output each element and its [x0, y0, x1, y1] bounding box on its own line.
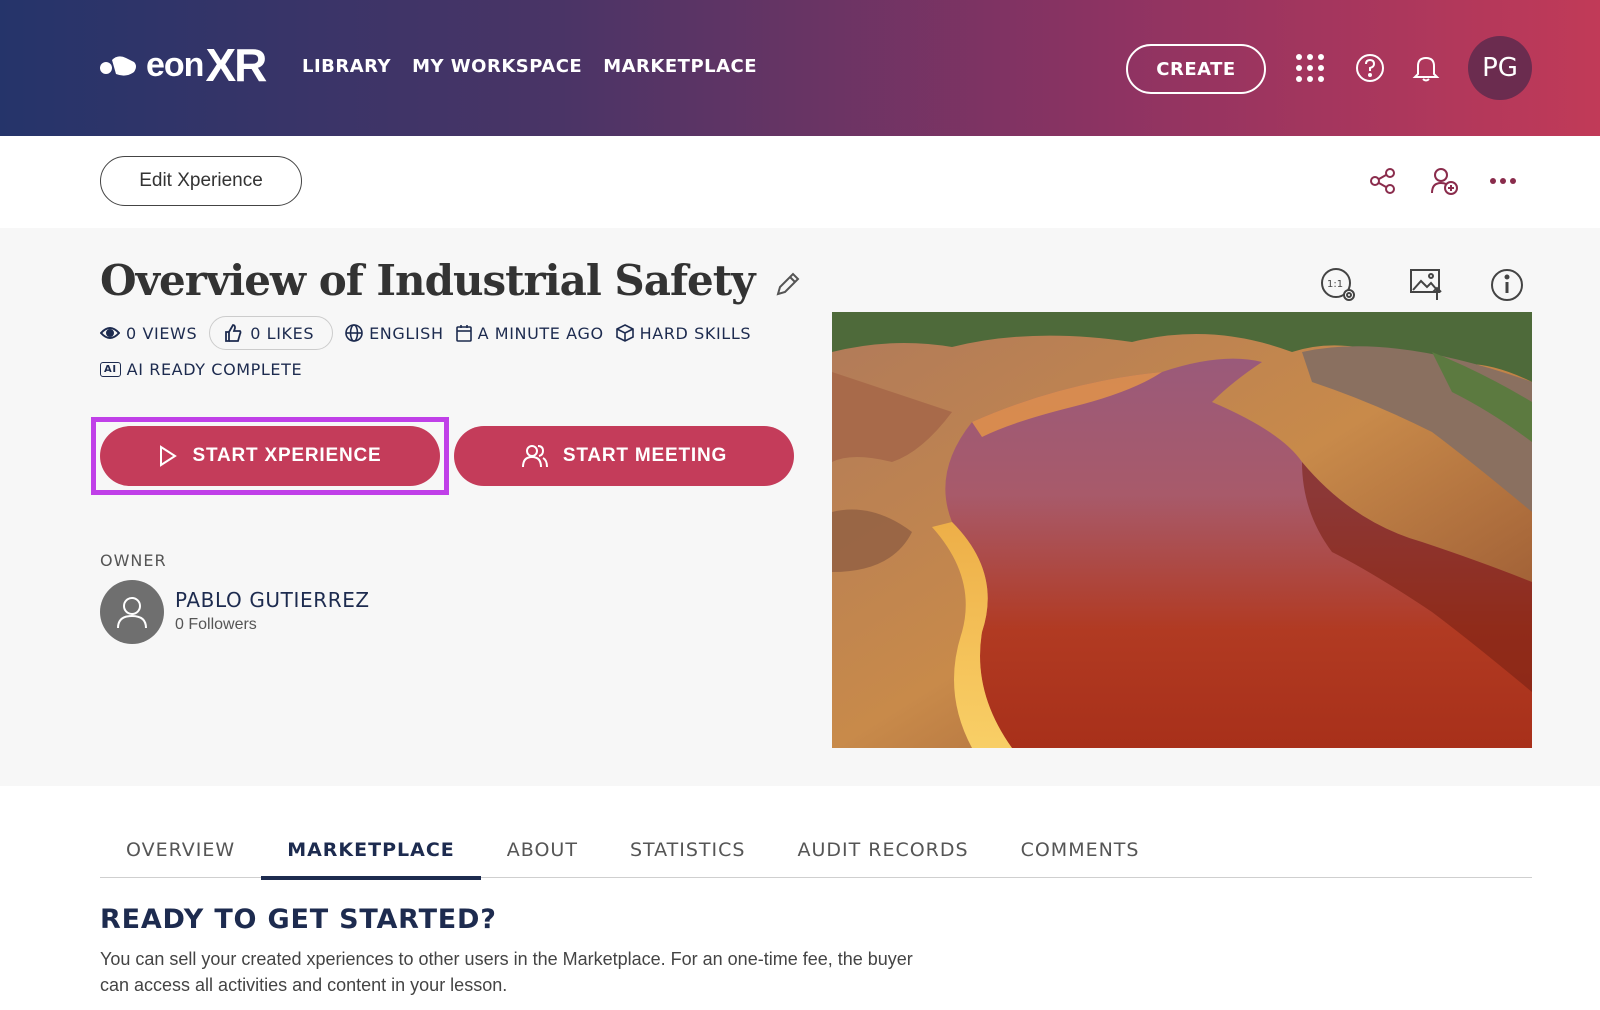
tab-bar: OVERVIEW MARKETPLACE ABOUT STATISTICS AU…: [100, 822, 1532, 880]
owner-label: OWNER: [100, 551, 167, 570]
top-header: eon XR LIBRARY MY WORKSPACE MARKETPLACE …: [0, 0, 1600, 136]
apps-grid-icon[interactable]: [1292, 50, 1328, 86]
user-icon: [117, 597, 147, 629]
views-count: 0 VIEWS: [100, 324, 197, 343]
upload-image-icon[interactable]: [1408, 266, 1446, 304]
logo-text-xr: XR: [205, 39, 267, 91]
nav-library[interactable]: LIBRARY: [302, 56, 391, 77]
svg-text:1:1: 1:1: [1327, 279, 1343, 290]
help-icon[interactable]: [1352, 50, 1388, 86]
views-label: 0 VIEWS: [126, 323, 198, 343]
start-xperience-label: START XPERIENCE: [192, 445, 382, 466]
tab-marketplace[interactable]: MARKETPLACE: [261, 822, 481, 880]
logo-mark-icon: [100, 56, 136, 76]
owner-followers: 0 Followers: [175, 616, 257, 633]
tab-about[interactable]: ABOUT: [481, 822, 604, 878]
aspect-ratio-settings-icon[interactable]: 1:1: [1320, 266, 1358, 304]
like-button[interactable]: 0 LIKES: [209, 316, 334, 350]
details-section: OVERVIEW MARKETPLACE ABOUT STATISTICS AU…: [0, 786, 1600, 1010]
ai-status-label: AI READY COMPLETE: [126, 360, 303, 379]
thumbs-up-icon: [225, 324, 242, 342]
likes-label: 0 LIKES: [250, 323, 315, 343]
logo-text-eon: eon: [146, 45, 204, 84]
marketplace-heading: READY TO GET STARTED?: [100, 904, 497, 935]
xperience-thumbnail-image: [832, 312, 1532, 748]
language-label: ENGLISH: [369, 323, 444, 343]
updated-time: A MINUTE AGO: [455, 323, 604, 343]
category-label: HARD SKILLS: [639, 323, 752, 343]
nav-my-workspace[interactable]: MY WORKSPACE: [412, 56, 582, 77]
marketplace-description: You can sell your created xperiences to …: [100, 949, 913, 995]
info-icon[interactable]: [1488, 266, 1526, 304]
xperience-toolbar: Edit Xperience: [0, 136, 1600, 228]
edit-title-pencil-icon[interactable]: [774, 270, 804, 300]
language: ENGLISH: [345, 324, 444, 343]
notifications-bell-icon[interactable]: [1408, 50, 1444, 86]
category: HARD SKILLS: [615, 323, 752, 343]
ai-badge-icon: AI: [100, 362, 121, 377]
calendar-icon: [455, 325, 472, 342]
ai-status: AI AI READY COMPLETE: [100, 360, 302, 379]
tab-audit-records[interactable]: AUDIT RECORDS: [771, 822, 994, 878]
nav-marketplace[interactable]: MARKETPLACE: [603, 56, 757, 77]
start-meeting-label: START MEETING: [562, 445, 728, 466]
edit-xperience-button[interactable]: Edit Xperience: [100, 156, 302, 206]
eye-icon: [100, 327, 120, 339]
add-collaborator-icon[interactable]: [1427, 164, 1461, 198]
tab-comments[interactable]: COMMENTS: [995, 822, 1166, 878]
meeting-users-icon: [521, 445, 548, 468]
updated-label: A MINUTE AGO: [477, 323, 604, 343]
xperience-meta: 0 VIEWS 0 LIKES ENGLISH A MINUTE AGO HAR…: [100, 316, 751, 350]
owner-name[interactable]: PABLO GUTIERREZ: [175, 588, 370, 612]
tab-overview[interactable]: OVERVIEW: [100, 822, 261, 878]
create-button[interactable]: CREATE: [1126, 44, 1266, 94]
owner-avatar[interactable]: [100, 580, 164, 644]
start-xperience-button[interactable]: START XPERIENCE: [100, 426, 440, 486]
start-meeting-button[interactable]: START MEETING: [454, 426, 794, 486]
play-icon: [160, 445, 178, 467]
more-options-icon[interactable]: [1486, 164, 1520, 198]
globe-icon: [345, 324, 363, 342]
xperience-title: Overview of Industrial Safety: [100, 256, 756, 305]
eonxr-logo[interactable]: eon XR: [98, 39, 267, 91]
user-avatar[interactable]: PG: [1468, 36, 1532, 100]
share-icon[interactable]: [1366, 164, 1400, 198]
tab-statistics[interactable]: STATISTICS: [604, 822, 772, 878]
main-nav: LIBRARY MY WORKSPACE MARKETPLACE: [302, 56, 757, 77]
cube-icon: [615, 324, 634, 342]
